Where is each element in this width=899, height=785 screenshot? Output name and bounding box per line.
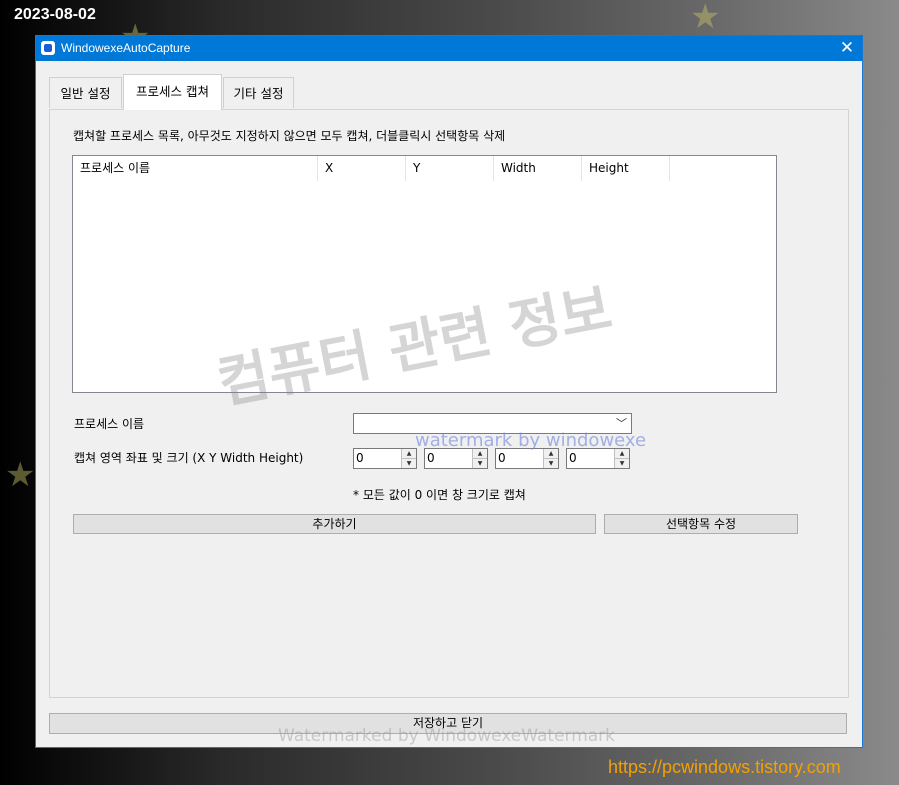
- region-height-spinner[interactable]: 0 ▲ ▼: [566, 448, 630, 469]
- add-button[interactable]: 추가하기: [73, 514, 596, 534]
- blog-url-label: https://pcwindows.tistory.com: [608, 757, 841, 777]
- spin-down-icon[interactable]: ▼: [615, 459, 629, 468]
- column-header-process-name[interactable]: 프로세스 이름: [73, 156, 318, 181]
- spin-down-icon[interactable]: ▼: [544, 459, 558, 468]
- title-bar: WindowexeAutoCapture ✕: [36, 36, 862, 61]
- region-width-spinner[interactable]: 0 ▲ ▼: [495, 448, 559, 469]
- spin-up-icon[interactable]: ▲: [402, 449, 416, 459]
- close-button[interactable]: ✕: [832, 36, 862, 61]
- region-x-spinner[interactable]: 0 ▲ ▼: [353, 448, 417, 469]
- spinner-buttons: ▲ ▼: [543, 449, 558, 468]
- zero-values-note: * 모든 값이 0 이면 창 크기로 캡쳐: [353, 488, 526, 502]
- process-capture-panel: 캡쳐할 프로세스 목록, 아무것도 지정하지 않으면 모두 캡쳐, 더블클릭시 …: [49, 109, 849, 698]
- column-header-height[interactable]: Height: [582, 156, 670, 181]
- region-y-value: 0: [427, 451, 435, 465]
- column-header-y[interactable]: Y: [406, 156, 494, 181]
- region-height-value: 0: [569, 451, 577, 465]
- window-title: WindowexeAutoCapture: [61, 41, 191, 55]
- star-decoration: ★: [690, 0, 721, 37]
- column-header-x[interactable]: X: [318, 156, 406, 181]
- spinner-buttons: ▲ ▼: [472, 449, 487, 468]
- camera-icon: [41, 41, 55, 55]
- capture-region-label: 캡쳐 영역 좌표 및 크기 (X Y Width Height): [74, 451, 304, 465]
- process-name-label: 프로세스 이름: [74, 417, 145, 431]
- capture-hint: 캡쳐할 프로세스 목록, 아무것도 지정하지 않으면 모두 캡쳐, 더블클릭시 …: [73, 129, 506, 143]
- chevron-down-icon[interactable]: ﹀: [616, 415, 627, 431]
- region-width-value: 0: [498, 451, 506, 465]
- region-y-spinner[interactable]: 0 ▲ ▼: [424, 448, 488, 469]
- spinner-buttons: ▲ ▼: [614, 449, 629, 468]
- spin-down-icon[interactable]: ▼: [473, 459, 487, 468]
- spinner-buttons: ▲ ▼: [401, 449, 416, 468]
- column-header-width[interactable]: Width: [494, 156, 582, 181]
- spin-down-icon[interactable]: ▼: [402, 459, 416, 468]
- date-label: 2023-08-02: [14, 6, 96, 23]
- star-decoration: ★: [5, 455, 36, 495]
- tab-other-settings[interactable]: 기타 설정: [223, 77, 294, 108]
- edit-selected-button[interactable]: 선택항목 수정: [604, 514, 798, 534]
- tab-general-settings[interactable]: 일반 설정: [49, 77, 122, 108]
- region-x-value: 0: [356, 451, 364, 465]
- watermark-bottom-text: Watermarked by WindowexeWatermark: [278, 726, 616, 746]
- tab-process-capture[interactable]: 프로세스 캡쳐: [123, 74, 222, 110]
- app-window: WindowexeAutoCapture ✕ 일반 설정 프로세스 캡쳐 기타 …: [35, 35, 863, 748]
- watermark-blue-text: watermark by windowexe: [415, 430, 647, 451]
